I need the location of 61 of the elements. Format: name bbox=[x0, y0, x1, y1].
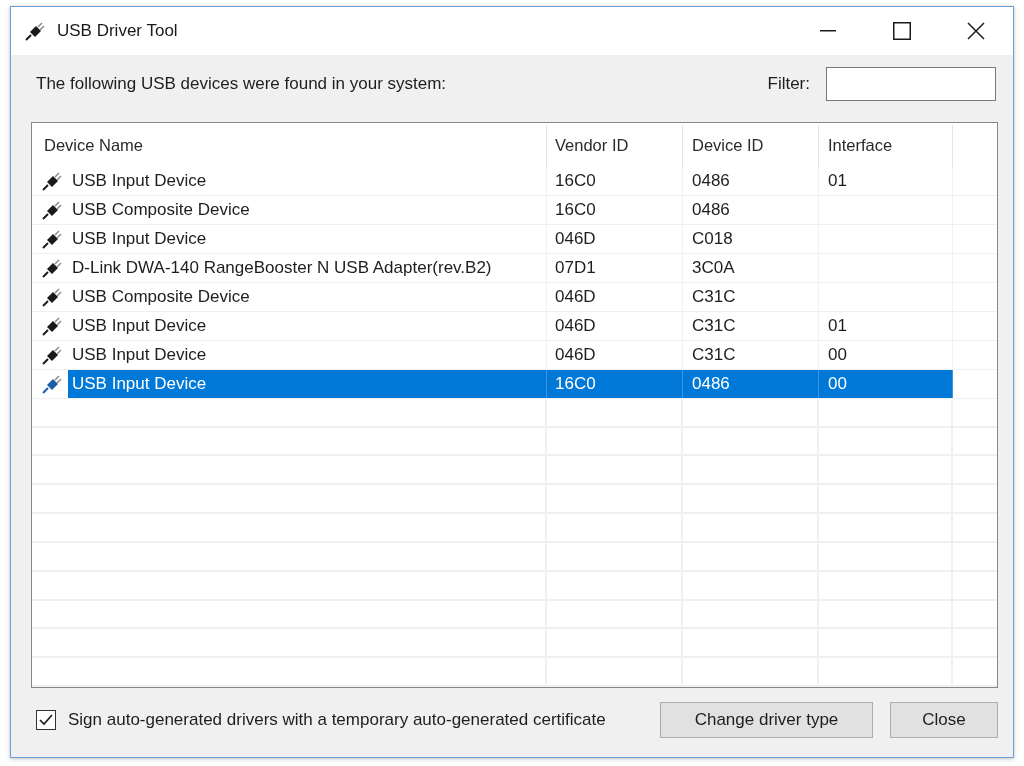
table-cell: C31C bbox=[683, 340, 819, 369]
table-cell: 16C0 bbox=[547, 195, 683, 224]
table-cell: 046D bbox=[547, 224, 683, 253]
plug-icon bbox=[42, 257, 64, 278]
filter-label: Filter: bbox=[767, 74, 810, 94]
column-header[interactable]: Device Name bbox=[32, 125, 547, 167]
table-cell: 00 bbox=[819, 369, 953, 398]
device-row[interactable]: USB Input Device 16C0 0486 01 bbox=[68, 166, 953, 195]
table-cell: 046D bbox=[547, 282, 683, 311]
table-cell: 046D bbox=[547, 311, 683, 340]
change-driver-type-button[interactable]: Change driver type bbox=[660, 702, 873, 738]
table-cell: 01 bbox=[819, 166, 953, 195]
checkbox-label: Sign auto-generated drivers with a temporary auto-generated certificate bbox=[68, 710, 606, 730]
table-cell: 16C0 bbox=[547, 369, 683, 398]
table-cell: 0486 bbox=[683, 195, 819, 224]
table-cell: 0486 bbox=[683, 369, 819, 398]
table-cell: 16C0 bbox=[547, 166, 683, 195]
plug-icon bbox=[42, 373, 64, 394]
table-cell: USB Input Device bbox=[68, 340, 547, 369]
device-row[interactable]: USB Input Device 046D C31C 00 bbox=[68, 340, 953, 369]
table-cell: 07D1 bbox=[547, 253, 683, 282]
table-cell: 00 bbox=[819, 340, 953, 369]
device-row[interactable]: USB Composite Device 16C0 0486 bbox=[68, 195, 953, 224]
table-cell: USB Input Device bbox=[68, 311, 547, 340]
table-cell: 01 bbox=[819, 311, 953, 340]
close-icon bbox=[967, 22, 985, 40]
column-header[interactable]: Device ID bbox=[683, 125, 819, 167]
plug-icon bbox=[25, 21, 47, 41]
window-title: USB Driver Tool bbox=[57, 21, 179, 41]
table-cell: USB Input Device bbox=[68, 369, 547, 398]
device-row[interactable]: USB Composite Device 046D C31C bbox=[68, 282, 953, 311]
intro-text: The following USB devices were found in your system: bbox=[36, 74, 448, 94]
plug-icon bbox=[42, 170, 64, 191]
table-cell: C018 bbox=[683, 224, 819, 253]
column-header[interactable]: Vendor ID bbox=[547, 125, 683, 167]
table-cell: 3C0A bbox=[683, 253, 819, 282]
checkbox[interactable] bbox=[36, 710, 56, 730]
plug-icon bbox=[42, 286, 64, 307]
table-cell: USB Input Device bbox=[68, 166, 547, 195]
device-row[interactable]: D-Link DWA-140 RangeBooster N USB Adapter(rev.B2) 07D1 3C0A bbox=[68, 253, 953, 282]
plug-icon bbox=[42, 199, 64, 220]
table-cell: C31C bbox=[683, 311, 819, 340]
device-row[interactable]: USB Input Device 16C0 0486 00 bbox=[68, 369, 953, 398]
plug-icon bbox=[42, 315, 64, 336]
table-cell: USB Composite Device bbox=[68, 195, 547, 224]
table-cell: 0486 bbox=[683, 166, 819, 195]
table-cell: 046D bbox=[547, 340, 683, 369]
plug-icon bbox=[42, 344, 64, 365]
table-cell: C31C bbox=[683, 282, 819, 311]
close-dialog-button[interactable]: Close bbox=[890, 702, 998, 738]
filter-field[interactable] bbox=[826, 67, 996, 101]
table-cell: USB Composite Device bbox=[68, 282, 547, 311]
minimize-icon bbox=[820, 30, 836, 32]
column-header[interactable]: Interface bbox=[819, 125, 953, 167]
device-row[interactable]: USB Input Device 046D C018 bbox=[68, 224, 953, 253]
table-cell: D-Link DWA-140 RangeBooster N USB Adapter(rev.B2) bbox=[68, 253, 547, 282]
table-cell: USB Input Device bbox=[68, 224, 547, 253]
maximize-icon bbox=[893, 22, 911, 40]
plug-icon bbox=[42, 228, 64, 249]
check-icon bbox=[39, 714, 53, 726]
device-row[interactable]: USB Input Device 046D C31C 01 bbox=[68, 311, 953, 340]
